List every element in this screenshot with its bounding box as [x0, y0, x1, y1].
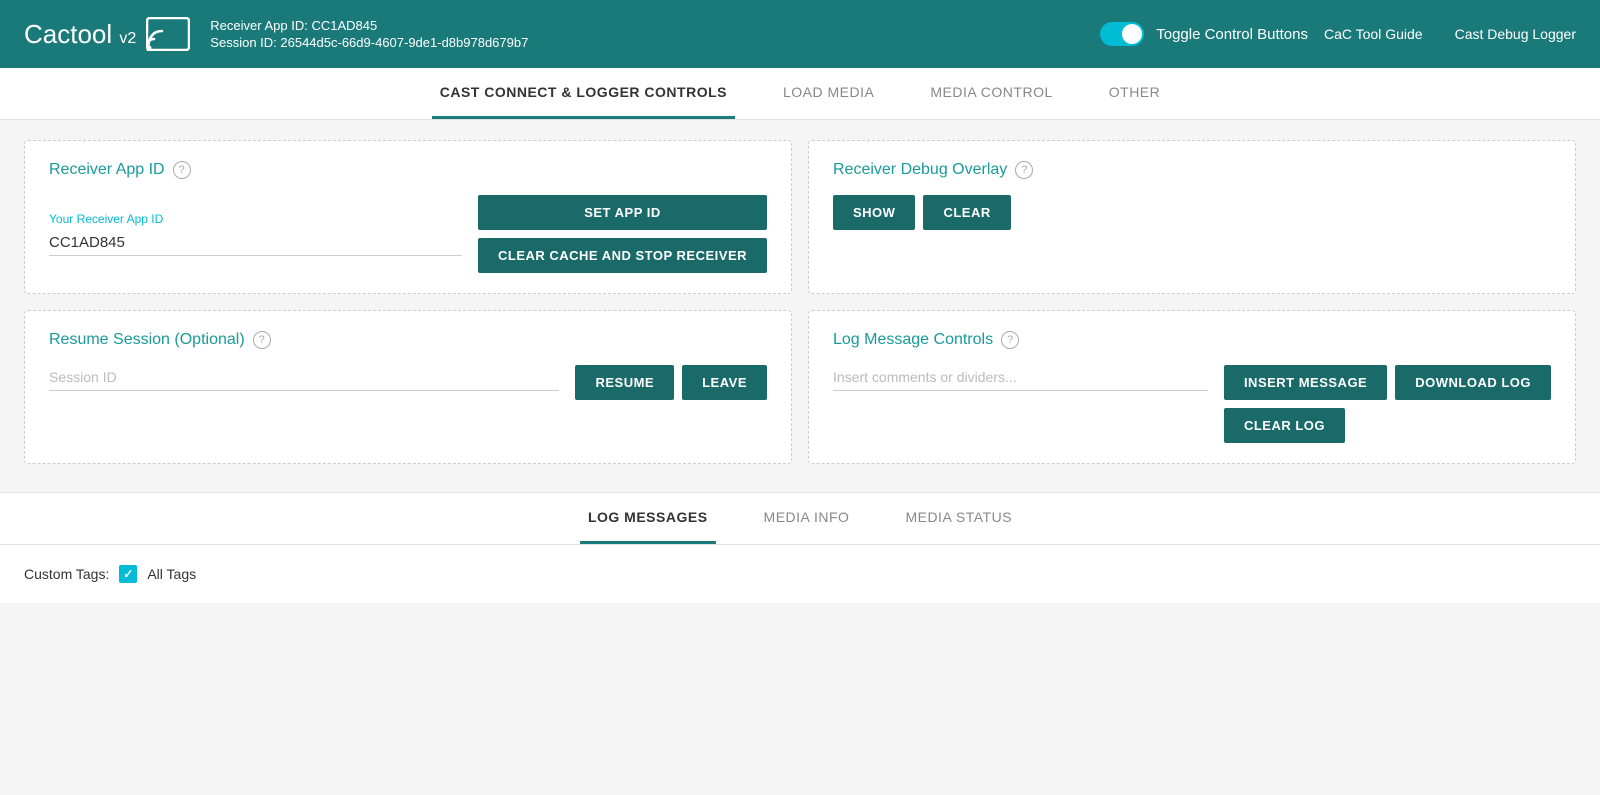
log-message-controls-help-icon[interactable]: ?	[1001, 331, 1019, 349]
cast-debug-logger-link[interactable]: Cast Debug Logger	[1455, 26, 1576, 42]
app-title: Cactool v2	[24, 19, 136, 50]
receiver-app-id-input-group: Your Receiver App ID	[49, 212, 462, 256]
app-version: v2	[119, 30, 136, 47]
log-message-controls-card: Log Message Controls ? INSERT MESSAGE DO…	[808, 310, 1576, 464]
tab-cast-connect[interactable]: CAST CONNECT & LOGGER CONTROLS	[432, 68, 735, 119]
header-nav: CaC Tool Guide Cast Debug Logger	[1324, 26, 1576, 42]
log-message-controls-title: Log Message Controls ?	[833, 331, 1551, 349]
custom-tags-label: Custom Tags:	[24, 566, 109, 582]
log-top-btn-row: INSERT MESSAGE DOWNLOAD LOG	[1224, 365, 1551, 400]
receiver-debug-overlay-body: SHOW CLEAR	[833, 195, 1551, 230]
set-app-id-button[interactable]: SET APP ID	[478, 195, 767, 230]
session-id-input-group	[49, 365, 559, 391]
receiver-app-id-input[interactable]	[49, 230, 462, 256]
resume-session-title: Resume Session (Optional) ?	[49, 331, 767, 349]
receiver-debug-overlay-title: Receiver Debug Overlay ?	[833, 161, 1551, 179]
receiver-debug-overlay-card: Receiver Debug Overlay ? SHOW CLEAR	[808, 140, 1576, 294]
resume-session-body: RESUME LEAVE	[49, 365, 767, 400]
tab-other[interactable]: OTHER	[1101, 68, 1169, 119]
tab-media-info[interactable]: MEDIA INFO	[756, 493, 858, 544]
brand: Cactool v2	[24, 17, 190, 51]
receiver-app-id-help-icon[interactable]: ?	[173, 161, 191, 179]
bottom-tabs: LOG MESSAGES MEDIA INFO MEDIA STATUS	[0, 493, 1600, 545]
tab-media-status[interactable]: MEDIA STATUS	[897, 493, 1020, 544]
all-tags-checkbox[interactable]	[119, 565, 137, 583]
download-log-button[interactable]: DOWNLOAD LOG	[1395, 365, 1551, 400]
log-comment-input[interactable]	[833, 365, 1208, 391]
app-header: Cactool v2 Receiver App ID: CC1AD845 Ses…	[0, 0, 1600, 68]
cac-tool-guide-link[interactable]: CaC Tool Guide	[1324, 26, 1423, 42]
receiver-app-id-input-label: Your Receiver App ID	[49, 212, 462, 226]
log-bottom-btn-row: CLEAR LOG	[1224, 408, 1551, 443]
session-id-input[interactable]	[49, 365, 559, 391]
receiver-app-id-body: Your Receiver App ID SET APP ID CLEAR CA…	[49, 195, 767, 273]
receiver-app-id-title: Receiver App ID ?	[49, 161, 767, 179]
resume-session-card: Resume Session (Optional) ? RESUME LEAVE	[24, 310, 792, 464]
receiver-app-id-btn-group: SET APP ID CLEAR CACHE AND STOP RECEIVER	[478, 195, 767, 273]
tab-load-media[interactable]: LOAD MEDIA	[775, 68, 882, 119]
custom-tags-row: Custom Tags: All Tags	[24, 565, 1576, 583]
receiver-app-id-card: Receiver App ID ? Your Receiver App ID S…	[24, 140, 792, 294]
log-message-controls-body: INSERT MESSAGE DOWNLOAD LOG CLEAR LOG	[833, 365, 1551, 443]
toggle-label: Toggle Control Buttons	[1156, 26, 1308, 43]
card-grid: Receiver App ID ? Your Receiver App ID S…	[24, 140, 1576, 464]
receiver-app-id-display: Receiver App ID: CC1AD845	[210, 18, 1068, 33]
resume-session-help-icon[interactable]: ?	[253, 331, 271, 349]
clear-log-button[interactable]: CLEAR LOG	[1224, 408, 1345, 443]
toggle-control-buttons[interactable]	[1100, 22, 1144, 46]
receiver-debug-overlay-help-icon[interactable]: ?	[1015, 161, 1033, 179]
tab-media-control[interactable]: MEDIA CONTROL	[922, 68, 1060, 119]
bottom-content: Custom Tags: All Tags	[0, 545, 1600, 603]
clear-debug-overlay-button[interactable]: CLEAR	[923, 195, 1010, 230]
resume-button[interactable]: RESUME	[575, 365, 674, 400]
insert-message-button[interactable]: INSERT MESSAGE	[1224, 365, 1387, 400]
header-info: Receiver App ID: CC1AD845 Session ID: 26…	[210, 18, 1068, 50]
show-debug-overlay-button[interactable]: SHOW	[833, 195, 915, 230]
debug-overlay-btn-group: SHOW CLEAR	[833, 195, 1011, 230]
cast-logo-icon	[146, 17, 190, 51]
resume-session-btn-group: RESUME LEAVE	[575, 365, 767, 400]
tab-log-messages[interactable]: LOG MESSAGES	[580, 493, 716, 544]
toggle-section: Toggle Control Buttons	[1100, 22, 1308, 46]
bottom-section: LOG MESSAGES MEDIA INFO MEDIA STATUS Cus…	[0, 492, 1600, 603]
leave-button[interactable]: LEAVE	[682, 365, 767, 400]
log-btn-group: INSERT MESSAGE DOWNLOAD LOG CLEAR LOG	[1224, 365, 1551, 443]
all-tags-label: All Tags	[147, 566, 196, 582]
main-tabs: CAST CONNECT & LOGGER CONTROLS LOAD MEDI…	[0, 68, 1600, 120]
log-comment-input-group	[833, 365, 1208, 391]
clear-cache-stop-receiver-button[interactable]: CLEAR CACHE AND STOP RECEIVER	[478, 238, 767, 273]
session-id-display: Session ID: 26544d5c-66d9-4607-9de1-d8b9…	[210, 35, 1068, 50]
main-content: Receiver App ID ? Your Receiver App ID S…	[0, 120, 1600, 484]
